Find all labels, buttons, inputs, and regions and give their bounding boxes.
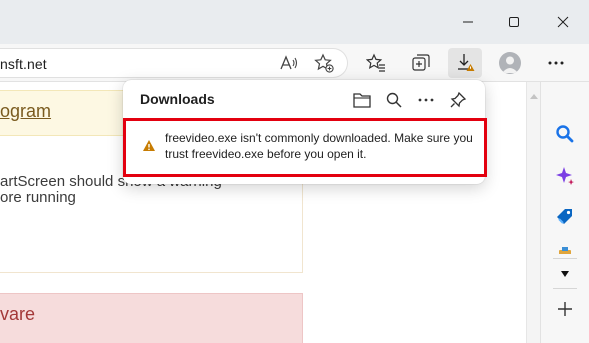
downloads-button-icon-wrap [452, 50, 478, 76]
close-icon [557, 16, 569, 28]
sidebar-copilot-button[interactable] [553, 164, 577, 188]
settings-more-button[interactable] [543, 50, 569, 76]
warning-line-2: trust freevideo.exe before you open it. [165, 147, 367, 161]
maximize-button[interactable] [494, 8, 534, 36]
profile-icon [502, 56, 518, 73]
search-icon [386, 92, 402, 108]
warning-triangle-icon [142, 139, 156, 157]
sidebar-tools-button[interactable] [553, 244, 577, 254]
sidebar-divider [553, 258, 577, 259]
yellow-card-link[interactable]: ogram [0, 101, 51, 122]
minimize-button[interactable] [448, 8, 488, 36]
more-horizontal-icon [548, 61, 564, 65]
collections-button[interactable] [408, 50, 434, 76]
collections-icon [412, 54, 430, 71]
download-warning-message: freevideo.exe isn't commonly downloaded.… [165, 130, 485, 162]
tag-icon [557, 209, 572, 224]
sidebar-divider [553, 288, 577, 289]
read-aloud-icon [280, 55, 298, 70]
close-button[interactable] [543, 8, 583, 36]
minimize-icon [463, 21, 473, 23]
folder-icon [353, 93, 371, 108]
download-warning-item[interactable]: freevideo.exe isn't commonly downloaded.… [123, 118, 487, 177]
sidebar-shopping-button[interactable] [553, 205, 577, 229]
pin-icon [450, 91, 467, 108]
caret-down-icon [561, 271, 569, 277]
address-url: nsft.net [0, 56, 47, 72]
red-card-title: vare [0, 304, 36, 324]
more-horizontal-icon [418, 98, 434, 102]
favorites-list-icon [366, 53, 385, 72]
edge-sidebar [540, 82, 589, 343]
page-scrollbar[interactable] [526, 82, 540, 343]
address-bar[interactable]: nsft.net [0, 48, 348, 78]
plus-icon [558, 302, 572, 316]
sidebar-search-button[interactable] [553, 122, 577, 146]
card-description-line2: ore running [0, 189, 76, 206]
downloads-more-options-button[interactable] [413, 87, 439, 113]
read-aloud-button[interactable] [276, 50, 302, 76]
sidebar-dropdown-button[interactable] [553, 262, 577, 286]
warning-line-1: freevideo.exe isn't commonly downloaded.… [165, 131, 473, 145]
maximize-icon [509, 17, 519, 27]
title-bar [0, 0, 589, 44]
sparkle-icon [556, 167, 574, 185]
scroll-up-arrow-icon[interactable] [530, 94, 538, 99]
pin-downloads-button[interactable] [445, 87, 471, 113]
favorites-button[interactable] [363, 50, 389, 76]
info-card-red: vare [0, 293, 303, 343]
downloads-flyout: Downloads freevideo.exe isn't commonly d… [123, 80, 487, 184]
open-downloads-folder-button[interactable] [349, 87, 375, 113]
download-icon [458, 54, 475, 71]
sidebar-add-button[interactable] [553, 297, 577, 321]
add-favorite-button[interactable] [311, 50, 337, 76]
search-downloads-button[interactable] [381, 87, 407, 113]
downloads-title: Downloads [140, 91, 215, 107]
profile-avatar[interactable] [499, 52, 521, 74]
star-add-icon [314, 53, 334, 73]
tools-icon [559, 247, 571, 254]
search-icon [556, 125, 574, 143]
